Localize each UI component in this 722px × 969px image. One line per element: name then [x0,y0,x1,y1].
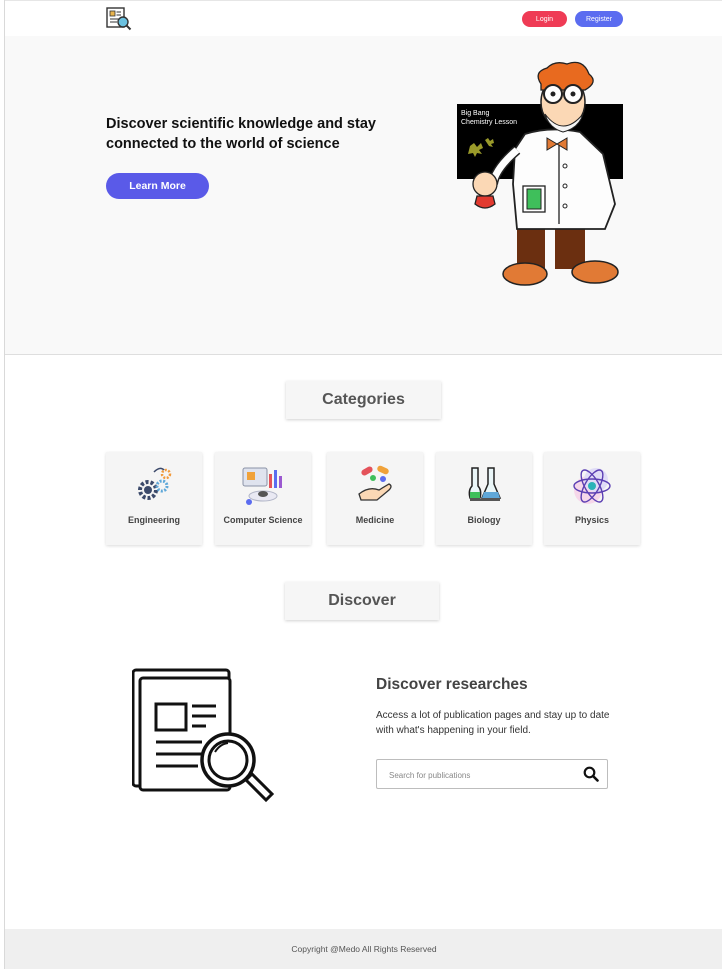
category-label: Engineering [127,515,180,525]
category-label: Physics [574,515,610,525]
category-label: Biology [467,515,501,525]
top-navbar: Login Register [5,0,722,37]
register-button[interactable]: Register [575,11,623,27]
category-label: Computer Science [223,515,303,525]
category-card-engineering[interactable]: Engineering [106,452,202,545]
categories-title: Categories [286,381,441,419]
scientist-illustration: Big Bang Chemistry Lesson [457,61,623,286]
category-card-computer-science[interactable]: Computer Science [215,452,311,545]
login-button[interactable]: Login [522,11,567,27]
learn-more-button[interactable]: Learn More [106,173,209,199]
category-card-physics[interactable]: Physics [544,452,640,545]
search-icon[interactable] [583,766,599,782]
search-input[interactable] [387,765,571,785]
category-card-medicine[interactable]: Medicine [327,452,423,545]
gears-icon [138,467,172,500]
pills-icon [358,465,392,501]
svg-text:Chemistry Lesson: Chemistry Lesson [461,119,517,126]
svg-text:Big Bang: Big Bang [461,110,490,117]
hero-title: Discover scientific knowledge and stay c… [106,116,376,152]
hero-section: Discover scientific knowledge and stay c… [5,36,722,355]
search-bar [376,759,608,789]
discover-title: Discover [285,582,439,620]
flasks-icon [468,467,502,501]
discover-description: Access a lot of publication pages and st… [376,710,610,736]
category-label: Medicine [355,515,395,525]
footer: Copyright @Medo All Rights Reserved [5,929,722,969]
page: Login Register Discover scientific knowl… [4,0,722,969]
category-card-biology[interactable]: Biology [436,452,532,545]
copyright-text: Copyright @Medo All Rights Reserved [291,944,437,954]
discover-heading: Discover researches [376,676,528,693]
research-logo-icon[interactable] [106,7,132,31]
computer-icon [242,467,282,505]
publications-search-illustration [132,668,274,803]
atom-icon [573,468,611,504]
